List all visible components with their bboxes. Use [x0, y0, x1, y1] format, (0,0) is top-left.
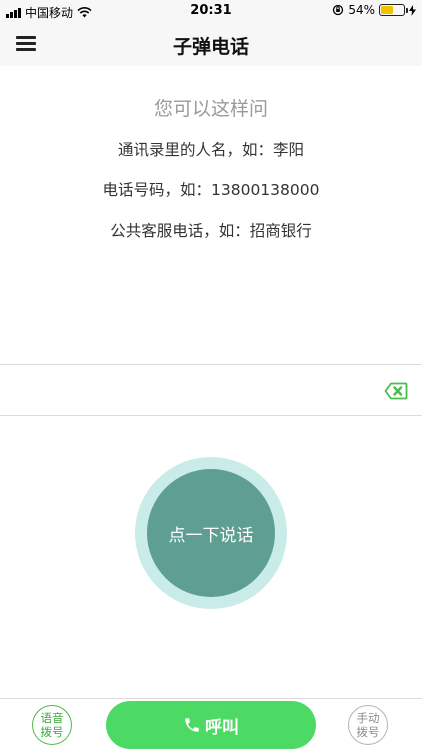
- manual-dial-button[interactable]: 手动 拨号: [348, 705, 388, 745]
- speak-button-halo: 点一下说话: [135, 457, 287, 609]
- call-button-label: 呼叫: [205, 717, 239, 738]
- battery-percent: 54%: [348, 3, 375, 17]
- backspace-icon[interactable]: [384, 382, 408, 400]
- page-title: 子弹电话: [172, 36, 249, 58]
- call-button[interactable]: 呼叫: [106, 701, 316, 749]
- voice-dial-label-line2: 拨号: [40, 725, 64, 739]
- phone-icon: [185, 718, 199, 732]
- hint-contact-name: 通讯录里的人名，如：李阳: [117, 141, 304, 159]
- voice-dial-button[interactable]: 语音 拨号: [32, 705, 72, 745]
- query-input[interactable]: [12, 365, 372, 415]
- hint-phone-number: 电话号码，如：13800138000: [102, 181, 320, 199]
- status-right: 54%: [332, 3, 416, 17]
- charging-icon: [409, 4, 416, 16]
- manual-dial-label-line2: 拨号: [356, 725, 380, 739]
- hint-service-number: 公共客服电话，如：招商银行: [110, 222, 312, 240]
- input-divider-bottom: [0, 415, 422, 416]
- voice-dial-label-line1: 语音: [40, 711, 64, 725]
- manual-dial-label-line1: 手动: [356, 711, 380, 725]
- status-bar: 中国移动 20:31 54%: [0, 0, 422, 22]
- orientation-lock-icon: [333, 4, 344, 16]
- hint-title: 您可以这样问: [153, 98, 268, 120]
- speak-button[interactable]: 点一下说话: [147, 469, 275, 597]
- nav-bar: 子弹电话: [0, 22, 422, 66]
- bottom-toolbar: 语音 拨号 呼叫 手动 拨号: [0, 698, 422, 750]
- battery-icon: [379, 4, 408, 16]
